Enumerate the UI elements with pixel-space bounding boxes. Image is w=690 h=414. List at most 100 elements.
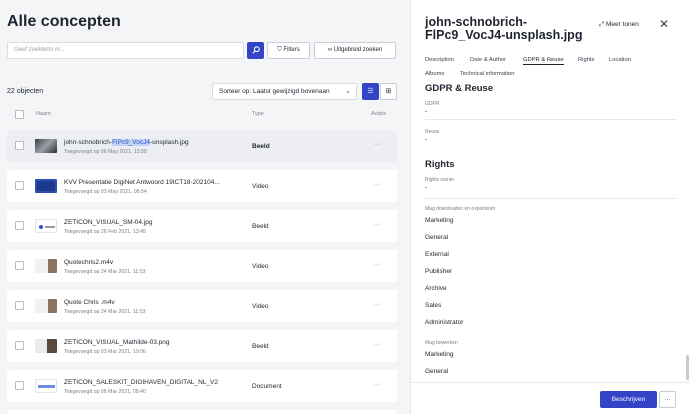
- file-date: Toegevoegd op 06 May 2021, 13:58: [64, 149, 147, 155]
- file-type: Video: [252, 183, 269, 190]
- field-label-edit: Mag bewerken: [425, 340, 458, 346]
- tab-gdpr-reuse[interactable]: GDPR & Reuse: [523, 57, 564, 65]
- row-actions-icon[interactable]: ···: [374, 381, 381, 388]
- table-row[interactable]: ZETICON_VISUAL_Mathilde-03.png Toegevoeg…: [7, 330, 397, 362]
- list-view-icon: ☰: [367, 88, 374, 95]
- asset-list-pane: Alle concepten Geef zoekterm in... ⛉ Fil…: [0, 0, 405, 414]
- download-role: Archive: [425, 285, 447, 292]
- more-actions-button[interactable]: ...: [659, 391, 676, 408]
- detail-footer: Beschrijven ...: [411, 382, 690, 414]
- grid-view-toggle[interactable]: ⊞: [380, 83, 397, 100]
- scrollbar[interactable]: [686, 355, 689, 380]
- close-icon[interactable]: ✕: [659, 17, 669, 31]
- row-checkbox[interactable]: [15, 301, 24, 310]
- select-all-checkbox[interactable]: [15, 110, 24, 119]
- thumbnail: [35, 299, 57, 313]
- list-view-toggle[interactable]: ☰: [362, 83, 379, 100]
- sort-select[interactable]: Sorteer op: Laatst gewijzigd bovenaan ⌄: [212, 83, 357, 100]
- table-row[interactable]: Quotechris2.m4v Toegevoegd op 24 Mar 202…: [7, 250, 397, 282]
- doc-logo: [38, 385, 55, 388]
- file-type: Beeld: [252, 223, 269, 230]
- row-checkbox[interactable]: [15, 221, 24, 230]
- download-role: Marketing: [425, 217, 454, 224]
- chevron-down-icon: ⌄: [345, 88, 351, 95]
- thumbnail: [35, 339, 57, 353]
- filters-button[interactable]: ⛉ Filters: [267, 42, 310, 59]
- row-checkbox[interactable]: [15, 141, 24, 150]
- search-button[interactable]: [247, 42, 264, 59]
- download-role: External: [425, 251, 449, 258]
- thumbnail: [35, 219, 57, 233]
- field-label-gdpr: GDPR: [425, 101, 440, 107]
- table-row[interactable]: Quote Chris .m4v Toegevoegd op 24 Mar 20…: [7, 290, 397, 322]
- field-value-gdpr: -: [425, 108, 428, 115]
- file-type: Video: [252, 263, 269, 270]
- detail-title: john-schnobrich-FlPc9_VocJ4-unsplash.jpg: [425, 15, 583, 42]
- row-actions-icon[interactable]: ···: [374, 301, 381, 308]
- column-header-name: Naam: [36, 111, 51, 117]
- field-label-rights-owner: Rights owner: [425, 177, 455, 183]
- advanced-search-label: Uitgebreid zoeken: [333, 47, 383, 53]
- download-role: Administrator: [425, 319, 464, 326]
- file-type: Video: [252, 303, 269, 310]
- thumbnail: [35, 139, 57, 153]
- divider: [425, 119, 677, 120]
- table-row[interactable]: john-schnobrich-FlPc9_VocJ4-unsplash.jpg…: [7, 130, 397, 162]
- table-row[interactable]: ZETICON_SALESKIT_DIGIHAVEN_DIGITAL_NL_V2…: [7, 370, 397, 402]
- file-date: Toegevoegd op 24 Mar 2021, 11:53: [64, 269, 146, 275]
- row-checkbox[interactable]: [15, 341, 24, 350]
- file-name: ZETICON_VISUAL_Mathilde-03.png: [64, 339, 170, 346]
- show-more-link[interactable]: ⤢ Meer tonen: [599, 21, 639, 29]
- divider: [425, 198, 677, 199]
- file-date: Toegevoegd op 26 Feb 2021, 13:45: [64, 229, 146, 235]
- logo-bar: [45, 226, 55, 228]
- tab-albums[interactable]: Albums: [425, 71, 444, 77]
- field-value-rights-owner: -: [425, 184, 428, 191]
- search-icon: [251, 46, 260, 54]
- object-count: 22 objecten: [7, 88, 44, 95]
- row-actions-icon[interactable]: ···: [374, 181, 381, 188]
- row-checkbox[interactable]: [15, 381, 24, 390]
- file-date: Toegevoegd op 03 Mar 2021, 19:06: [64, 349, 146, 355]
- tab-description[interactable]: Description: [425, 57, 454, 63]
- row-actions-icon[interactable]: ···: [374, 221, 381, 228]
- filter-icon: ⛉: [277, 47, 282, 53]
- field-value-reuse: -: [425, 136, 428, 143]
- thumbnail: [35, 379, 57, 393]
- tab-technical-information[interactable]: Technical information: [460, 71, 514, 77]
- table-row: [7, 410, 397, 414]
- edit-role: General: [425, 368, 449, 375]
- file-type: Beeld: [252, 343, 269, 350]
- file-name: KVV Presentatie DigiNet Antwoord 19ICT18…: [64, 179, 220, 186]
- file-name: john-schnobrich-FlPc9_VocJ4-unsplash.jpg: [64, 139, 189, 146]
- row-checkbox[interactable]: [15, 261, 24, 270]
- sort-label: Sorteer op: Laatst gewijzigd bovenaan: [219, 88, 330, 95]
- file-type: Beeld: [252, 143, 270, 150]
- row-actions-icon[interactable]: ···: [374, 141, 381, 148]
- binoculars-icon: ∞: [327, 47, 333, 53]
- download-role: General: [425, 234, 449, 241]
- page-title: Alle concepten: [7, 13, 121, 30]
- file-name: ZETICON_VISUAL_SM-04.jpg: [64, 219, 153, 226]
- detail-panel: john-schnobrich-FlPc9_VocJ4-unsplash.jpg…: [410, 0, 690, 414]
- file-type: Document: [252, 383, 282, 390]
- expand-icon: ⤢: [599, 21, 605, 28]
- describe-button[interactable]: Beschrijven: [600, 391, 657, 408]
- table-row[interactable]: ZETICON_VISUAL_SM-04.jpg Toegevoegd op 2…: [7, 210, 397, 242]
- field-label-download: Mag downloaden en exporteren: [425, 206, 496, 212]
- search-input[interactable]: Geef zoekterm in...: [7, 42, 244, 59]
- row-checkbox[interactable]: [15, 181, 24, 190]
- advanced-search-button[interactable]: ∞ Uitgebreid zoeken: [314, 42, 396, 59]
- column-header-type: Type: [252, 111, 264, 117]
- table-row[interactable]: KVV Presentatie DigiNet Antwoord 19ICT18…: [7, 170, 397, 202]
- tab-location[interactable]: Location: [609, 57, 631, 63]
- thumbnail: [35, 259, 57, 273]
- section-title-rights: Rights: [425, 159, 455, 170]
- filters-label: Filters: [283, 47, 300, 53]
- column-header-actions: Acties: [371, 111, 386, 117]
- tab-rights[interactable]: Rights: [578, 57, 594, 63]
- row-actions-icon[interactable]: ···: [374, 341, 381, 348]
- thumbnail: [35, 179, 57, 193]
- row-actions-icon[interactable]: ···: [374, 261, 381, 268]
- tab-date-author[interactable]: Date & Author: [470, 57, 506, 63]
